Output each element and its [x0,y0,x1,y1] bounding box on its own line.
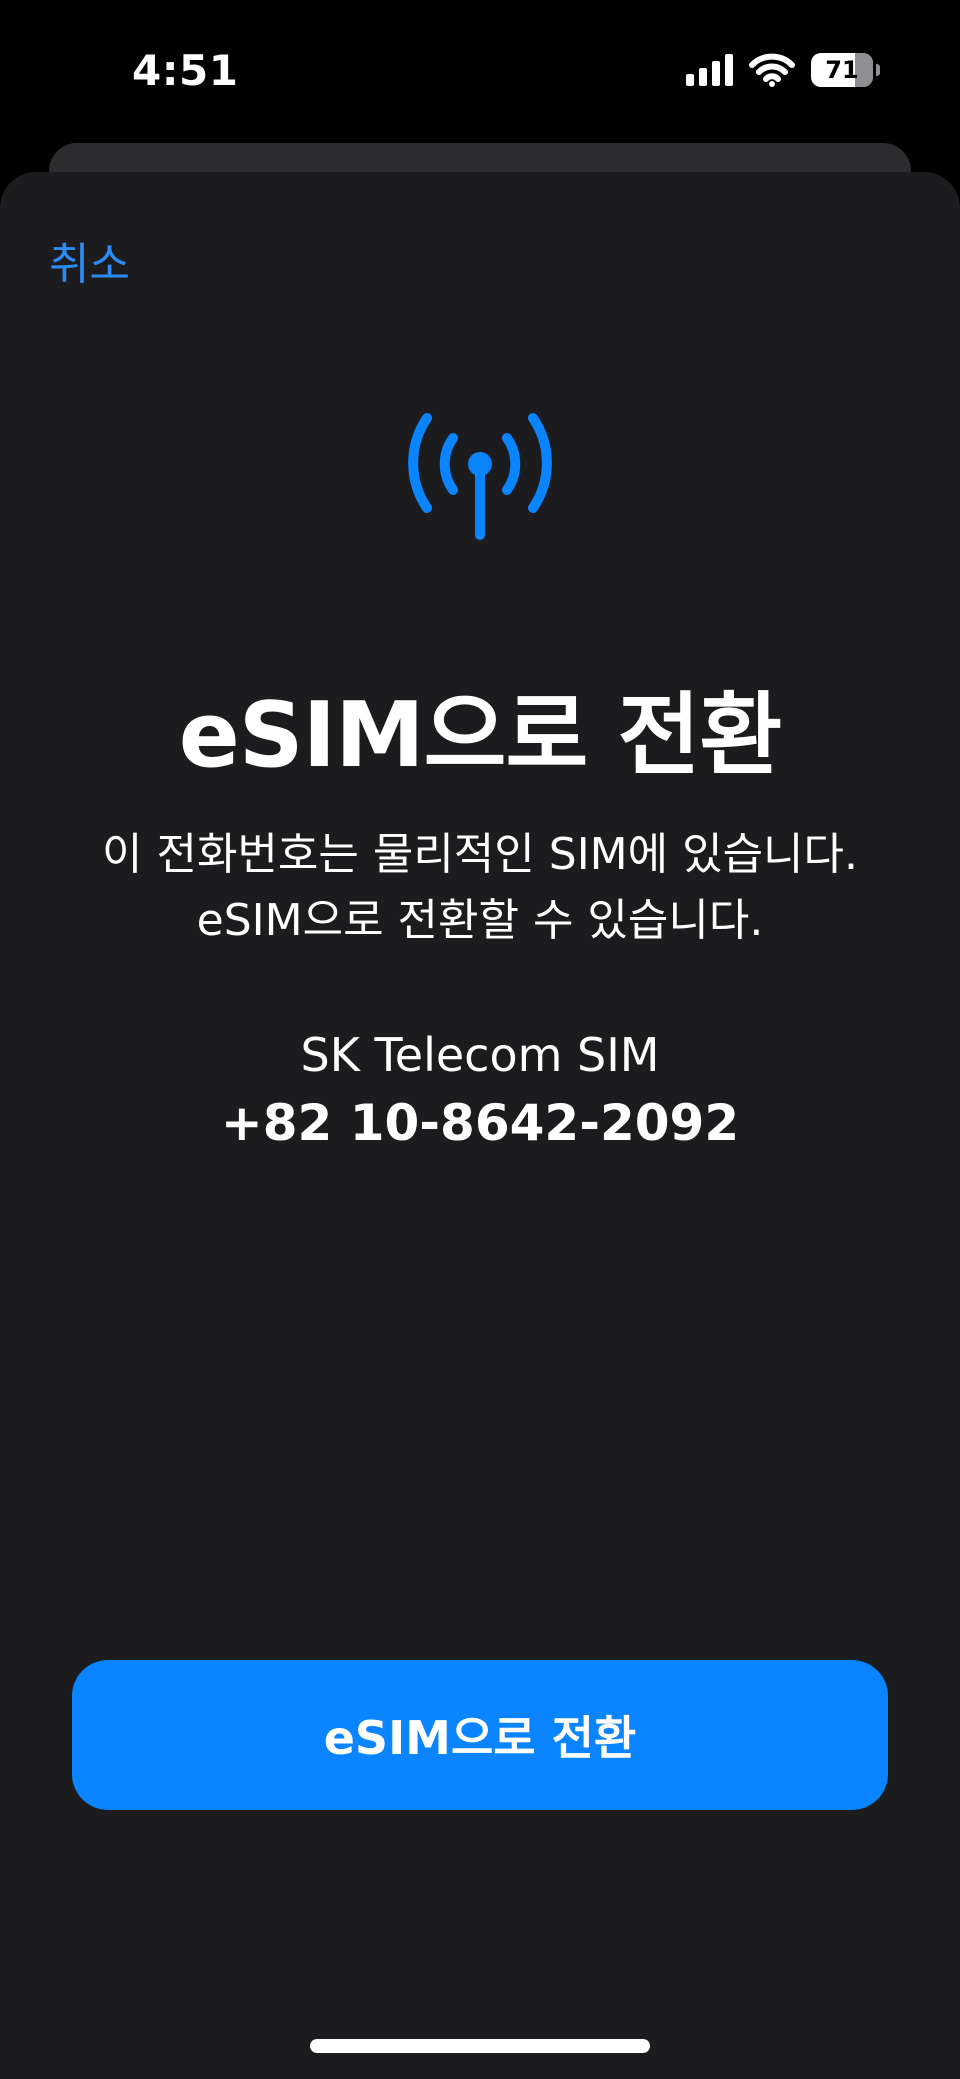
battery-level: 71 [825,56,859,84]
status-icons: 71 [686,50,880,90]
home-indicator[interactable] [310,2039,650,2053]
description-line-2: eSIM으로 전환할 수 있습니다. [196,895,764,946]
battery-icon: 71 [811,53,873,87]
description: 이 전화번호는 물리적인 SIM에 있습니다. eSIM으로 전환할 수 있습니… [40,822,920,954]
page-title: eSIM으로 전환 [178,683,782,788]
antenna-radiowaves-icon [408,413,552,540]
status-bar: 4:51 71 [0,0,960,140]
esim-conversion-sheet: 취소 eSIM으로 전환 이 전화번호는 물리적인 SIM에 있습니다. eSI… [0,172,960,2079]
carrier-name: SK Telecom SIM [300,1028,660,1082]
status-time: 4:51 [132,46,239,95]
cancel-button[interactable]: 취소 [49,228,130,292]
wifi-icon [749,53,795,87]
screen: 4:51 71 취소 eSIM으로 전환 이 전화번호는 물리적인 SIM에 있… [0,0,960,2079]
phone-number: +82 10-8642-2092 [220,1094,740,1152]
description-line-1: 이 전화번호는 물리적인 SIM에 있습니다. [102,829,858,880]
convert-to-esim-button[interactable]: eSIM으로 전환 [72,1660,888,1810]
battery-nub [876,64,880,76]
cellular-signal-icon [686,54,733,86]
